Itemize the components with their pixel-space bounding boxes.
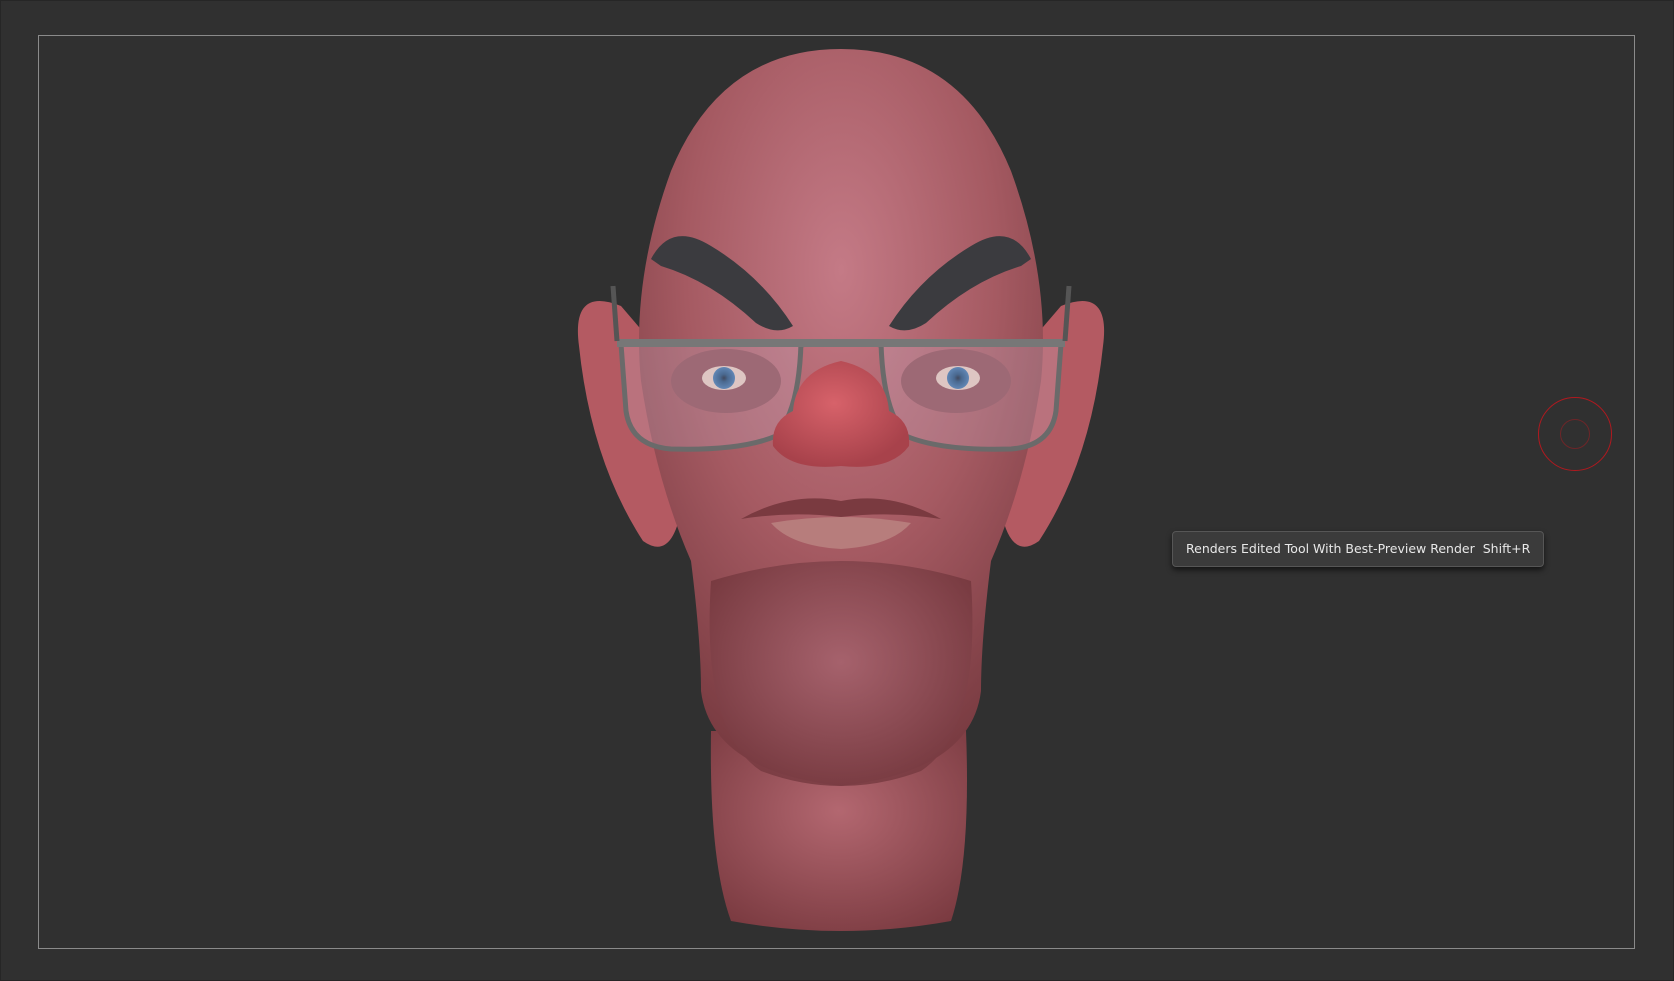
render-tooltip: Renders Edited Tool With Best-Preview Re… bbox=[1172, 531, 1545, 567]
tooltip-text: Renders Edited Tool With Best-Preview Re… bbox=[1186, 541, 1475, 556]
canvas-viewport[interactable]: Renders Edited Tool With Best-Preview Re… bbox=[0, 0, 1674, 981]
chin-shape bbox=[709, 561, 973, 786]
tooltip-shortcut: Shift+R bbox=[1482, 541, 1531, 556]
sculpted-head-model[interactable] bbox=[561, 41, 1121, 941]
brush-cursor-inner-ring bbox=[1560, 419, 1590, 449]
glasses-top-bar bbox=[617, 339, 1065, 347]
brush-cursor-icon bbox=[1538, 397, 1612, 471]
